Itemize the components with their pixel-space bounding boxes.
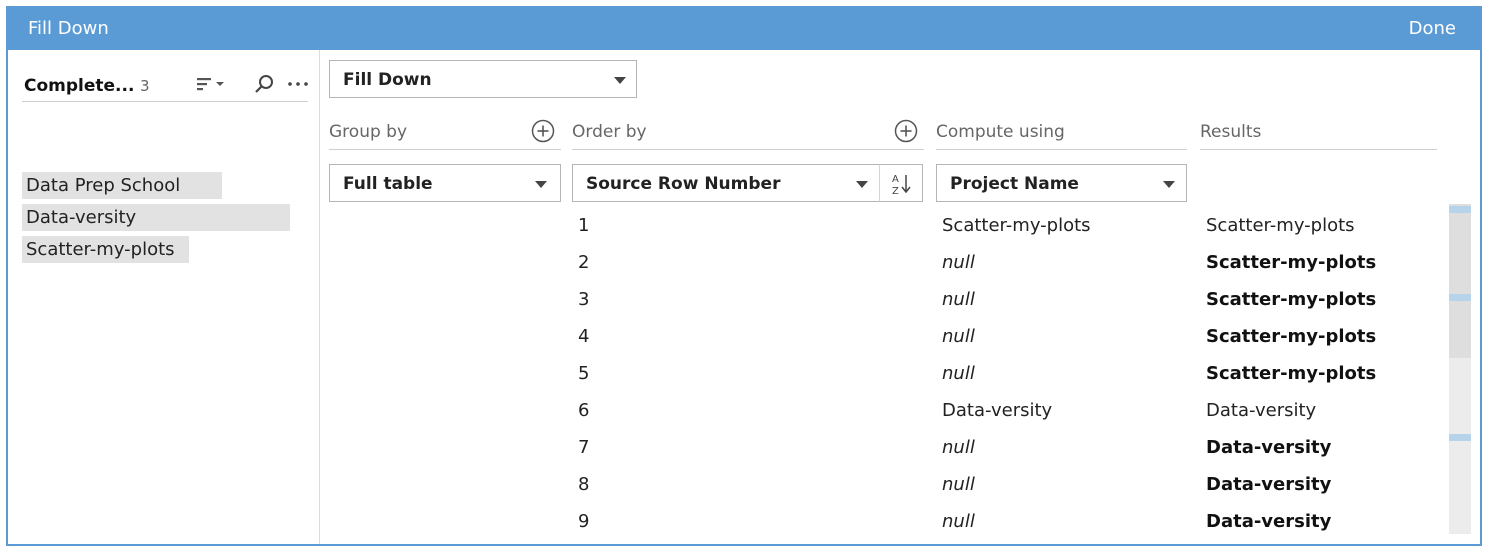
order-cell: 7 [578,437,590,458]
table-row: 8 null Data-versity [321,468,1480,505]
compute-using-header: Compute using [936,114,1187,150]
scrollbar-thumb[interactable] [1449,204,1471,358]
group-by-dropdown[interactable]: Full table [329,164,561,202]
chevron-down-icon [1163,181,1175,188]
value-item[interactable]: Scatter-my-plots [22,236,189,263]
result-cell: Scatter-my-plots [1206,326,1377,347]
result-cell: Data-versity [1206,474,1332,495]
chevron-down-icon [535,181,547,188]
compute-cell: null [942,474,975,495]
table-row: 4 null Scatter-my-plots [321,320,1480,357]
order-by-label: Order by [572,122,647,142]
scrollbar-marker [1449,434,1471,441]
order-cell: 1 [578,215,590,236]
result-cell: Scatter-my-plots [1206,363,1377,384]
result-cell: Data-versity [1206,511,1332,532]
results-header: Results [1200,114,1437,150]
chevron-down-icon [856,181,868,188]
svg-text:Z: Z [892,186,899,197]
results-scrollbar[interactable] [1449,204,1471,534]
table-row: 5 null Scatter-my-plots [321,357,1480,394]
order-cell: 8 [578,474,590,495]
calculation-type-dropdown[interactable]: Fill Down [329,60,637,98]
table-row: 6 Data-versity Data-versity [321,394,1480,431]
svg-text:A: A [892,174,899,185]
compute-cell: null [942,289,975,310]
compute-using-label: Compute using [936,122,1065,142]
result-cell: Scatter-my-plots [1206,289,1377,310]
done-button[interactable]: Done [1409,18,1456,39]
group-by-header: Group by [329,114,561,150]
chevron-down-icon [614,77,626,84]
result-cell: Scatter-my-plots [1206,215,1355,236]
add-order-by-icon[interactable] [894,119,918,143]
order-cell: 2 [578,252,590,273]
compute-cell: null [942,437,975,458]
compute-cell: null [942,252,975,273]
result-cell: Scatter-my-plots [1206,252,1377,273]
order-cell: 3 [578,289,590,310]
value-item[interactable]: Data-versity [22,204,290,231]
values-panel: Complete... 3 Data Prep School Data-vers… [8,50,320,544]
order-cell: 9 [578,511,590,532]
order-by-header: Order by [572,114,924,150]
compute-cell: Scatter-my-plots [942,215,1091,236]
compute-cell: null [942,511,975,532]
more-icon[interactable] [286,72,310,96]
compute-using-dropdown[interactable]: Project Name [936,164,1187,202]
order-by-dropdown[interactable]: Source Row Number [572,164,880,202]
table-row: 7 null Data-versity [321,431,1480,468]
compute-cell: Data-versity [942,400,1053,421]
order-by-value: Source Row Number [586,174,781,194]
order-cell: 5 [578,363,590,384]
values-panel-header: Complete... 3 [22,64,308,102]
result-cell: Data-versity [1206,400,1317,421]
group-by-label: Group by [329,122,408,142]
search-icon[interactable] [252,72,276,96]
table-row: 1 Scatter-my-plots Scatter-my-plots [321,209,1480,246]
calculation-type-value: Fill Down [343,70,432,90]
group-by-value: Full table [343,174,433,194]
values-panel-title: Complete... [24,76,135,96]
table-row: 2 null Scatter-my-plots [321,246,1480,283]
order-cell: 6 [578,400,590,421]
title-bar: Fill Down Done [8,8,1480,50]
values-count: 3 [140,77,150,95]
add-group-by-icon[interactable] [531,119,555,143]
value-item[interactable]: Data Prep School [22,172,222,199]
table-row: 9 null Data-versity [321,505,1480,542]
compute-cell: null [942,326,975,347]
results-label: Results [1200,122,1262,142]
sort-direction-button[interactable]: A Z [879,164,923,202]
result-cell: Data-versity [1206,437,1332,458]
compute-using-value: Project Name [950,174,1079,194]
sort-icon[interactable] [194,72,224,96]
sort-az-icon: A Z [892,174,911,197]
calculation-area: Fill Down Group by Order by Compute usin… [321,50,1480,544]
scrollbar-marker [1449,206,1471,213]
fill-down-dialog: Fill Down Done Complete... 3 Data Prep S… [6,6,1482,546]
compute-cell: null [942,363,975,384]
dialog-title: Fill Down [28,18,109,39]
scrollbar-marker [1449,294,1471,301]
order-cell: 4 [578,326,590,347]
table-row: 3 null Scatter-my-plots [321,283,1480,320]
